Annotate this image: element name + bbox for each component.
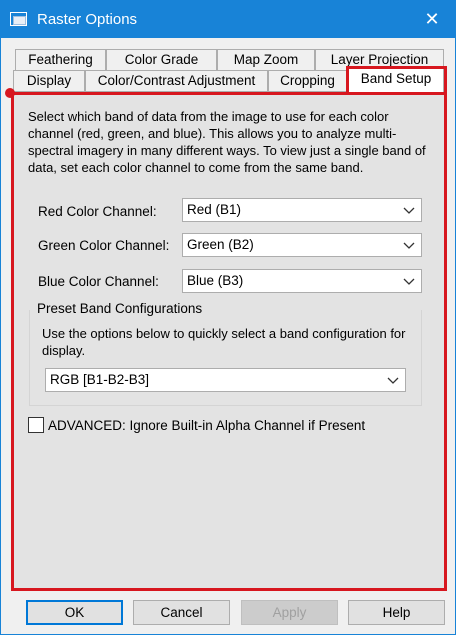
- close-button[interactable]: ✕: [409, 1, 455, 38]
- tab-display[interactable]: Display: [13, 70, 85, 92]
- advanced-alpha-label[interactable]: ADVANCED: Ignore Built-in Alpha Channel …: [48, 418, 365, 433]
- blue-channel-select[interactable]: Blue (B3): [182, 269, 422, 293]
- chevron-down-icon: [403, 242, 415, 249]
- tab-cropping[interactable]: Cropping: [268, 70, 347, 92]
- ok-button[interactable]: OK: [26, 600, 123, 625]
- help-button[interactable]: Help: [348, 600, 445, 625]
- window-title: Raster Options: [37, 11, 138, 28]
- green-channel-label: Green Color Channel:: [38, 238, 170, 253]
- red-channel-label: Red Color Channel:: [38, 204, 157, 219]
- blue-channel-value: Blue (B3): [187, 273, 244, 288]
- preset-select[interactable]: RGB [B1-B2-B3]: [45, 368, 406, 392]
- preset-value: RGB [B1-B2-B3]: [50, 372, 150, 387]
- advanced-alpha-checkbox[interactable]: [28, 417, 44, 433]
- tab-band-setup[interactable]: Band Setup: [348, 67, 444, 92]
- title-bar[interactable]: Raster Options ✕: [1, 1, 455, 38]
- tab-feathering[interactable]: Feathering: [15, 49, 106, 71]
- window-icon: [10, 12, 27, 26]
- tab-map-zoom[interactable]: Map Zoom: [217, 49, 315, 71]
- red-channel-value: Red (B1): [187, 202, 242, 217]
- preset-description: Use the options below to quickly select …: [42, 326, 406, 358]
- preset-group-title: Preset Band Configurations: [37, 301, 207, 316]
- chevron-down-icon: [403, 278, 415, 285]
- tab-color-grade[interactable]: Color Grade: [106, 49, 217, 71]
- green-channel-select[interactable]: Green (B2): [182, 233, 422, 257]
- green-channel-value: Green (B2): [187, 237, 254, 252]
- apply-button[interactable]: Apply: [241, 600, 338, 625]
- blue-channel-label: Blue Color Channel:: [38, 274, 159, 289]
- red-channel-select[interactable]: Red (B1): [182, 198, 422, 222]
- tab-color-contrast-adjustment[interactable]: Color/Contrast Adjustment: [85, 70, 268, 92]
- raster-options-window: Raster Options ✕ Feathering Color Grade …: [0, 0, 456, 635]
- highlight-marker: [5, 88, 15, 98]
- chevron-down-icon: [387, 377, 399, 384]
- cancel-button[interactable]: Cancel: [133, 600, 230, 625]
- chevron-down-icon: [403, 207, 415, 214]
- band-setup-description: Select which band of data from the image…: [28, 109, 426, 175]
